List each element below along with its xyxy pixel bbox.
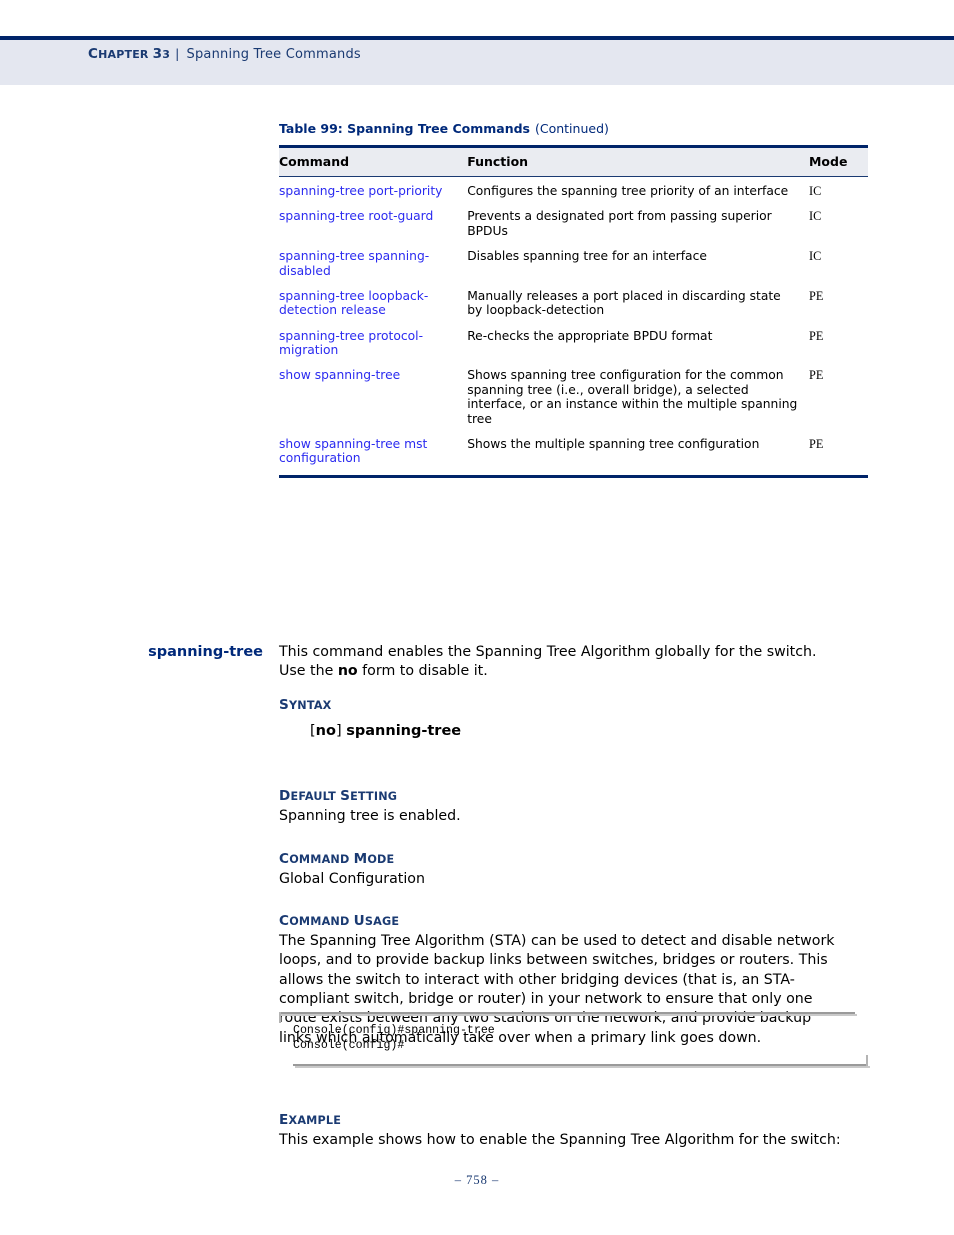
console-top-rule-shadow bbox=[281, 1014, 857, 1016]
default-setting-text: Spanning tree is enabled. bbox=[279, 808, 461, 824]
console-right-tick bbox=[866, 1055, 868, 1066]
command-usage-heading: COMMAND USAGE bbox=[279, 913, 400, 929]
table-cell-command[interactable]: spanning-tree loopback-detection release bbox=[279, 282, 467, 322]
table-header: Command Function Mode bbox=[279, 145, 868, 177]
table-row: show spanning-tree mst configuration Show… bbox=[279, 429, 868, 478]
table-cell-function: Configures the spanning tree priority of… bbox=[467, 184, 789, 198]
table-cell-command[interactable]: spanning-tree spanning-disabled bbox=[279, 242, 467, 282]
command-mode-text: Global Configuration bbox=[279, 871, 425, 887]
table-row: spanning-tree loopback-detection release… bbox=[279, 282, 868, 322]
syntax-heading: SYNTAX bbox=[279, 697, 332, 713]
section-label-spanning-tree: spanning-tree bbox=[148, 644, 263, 660]
table-row: spanning-tree root-guard Prevents a desig… bbox=[279, 202, 868, 242]
table-cell-mode: IC bbox=[808, 209, 822, 224]
console-bottom-rule-shadow bbox=[295, 1066, 870, 1068]
page-number-footer: – 758 – bbox=[454, 1173, 500, 1187]
table-cell-mode: PE bbox=[808, 429, 868, 478]
header-chapter-title: Spanning Tree Commands bbox=[186, 47, 361, 62]
intro-paragraph: This command enables the Spanning Tree A… bbox=[279, 643, 844, 682]
syntax-command-name: spanning-tree bbox=[346, 723, 462, 739]
table-cell-command[interactable]: spanning-tree root-guard bbox=[279, 202, 467, 242]
table-cell-command[interactable]: spanning-tree port-priority bbox=[279, 177, 467, 203]
table-cell-mode: PE bbox=[808, 288, 824, 303]
table-row: spanning-tree port-priority Configures th… bbox=[279, 177, 868, 203]
console-text: Console(config)#spanning-tree Console(co… bbox=[293, 1024, 495, 1053]
table-cell-function: Re-checks the appropriate BPDU format bbox=[467, 328, 713, 343]
column-header-function: Function bbox=[467, 145, 809, 177]
table-cell-command[interactable]: show spanning-tree mst configuration bbox=[279, 429, 468, 478]
syntax-block: SYNTAX bbox=[279, 697, 844, 716]
default-setting-block: DEFAULT SETTING Spanning tree is enabled… bbox=[279, 788, 844, 826]
table-cell-command[interactable]: show spanning-tree bbox=[279, 361, 467, 430]
syntax-line: [no] spanning-tree bbox=[279, 723, 844, 739]
example-heading: EXAMPLE bbox=[279, 1112, 342, 1128]
intro-paragraph-block: This command enables the Spanning Tree A… bbox=[279, 643, 844, 682]
table-body: spanning-tree port-priority Configures th… bbox=[279, 177, 868, 478]
command-mode-heading: COMMAND MODE bbox=[279, 851, 395, 867]
table-cell-mode: IC bbox=[808, 184, 822, 198]
column-header-command: Command bbox=[279, 145, 468, 177]
table-row: spanning-tree spanning-disabled Disables … bbox=[279, 242, 868, 282]
table-cell-function: Disables spanning tree for an interface bbox=[467, 249, 707, 264]
spanning-tree-commands-table: Command Function Mode spanning-tree port… bbox=[279, 145, 868, 478]
example-block: EXAMPLE This example shows how to enable… bbox=[279, 1112, 844, 1150]
table-header-row: Command Function Mode bbox=[279, 145, 868, 177]
table-cell-function: Manually releases a port placed in disca… bbox=[467, 288, 781, 318]
table-cell-mode: PE bbox=[808, 368, 824, 383]
syntax-keyword-no: no bbox=[315, 723, 336, 739]
console-bottom-rule bbox=[293, 1064, 868, 1066]
table-row: spanning-tree protocol-migration Re-check… bbox=[279, 322, 868, 362]
running-header: CHAPTER 33 | Spanning Tree Commands bbox=[88, 46, 361, 62]
table-caption-continued: (Continued) bbox=[534, 121, 609, 136]
table-cell-function: Prevents a designated port from passing … bbox=[467, 209, 772, 238]
header-chapter-label: CHAPTER 33 bbox=[88, 46, 171, 62]
console-top-rule bbox=[279, 1012, 855, 1014]
console-left-tick bbox=[279, 1012, 281, 1023]
table-cell-function: Shows spanning tree configuration for th… bbox=[467, 368, 798, 426]
column-header-mode: Mode bbox=[808, 145, 868, 177]
syntax-line-block: [no] spanning-tree bbox=[279, 723, 844, 739]
default-setting-heading: DEFAULT SETTING bbox=[279, 788, 398, 804]
console-example-block: Console(config)#spanning-tree Console(co… bbox=[279, 1012, 870, 1068]
table-caption: Table 99: Spanning Tree Commands (Continu… bbox=[279, 121, 609, 136]
table-caption-main: Table 99: Spanning Tree Commands bbox=[279, 121, 530, 136]
table-cell-mode: IC bbox=[808, 249, 822, 264]
table-cell-mode: PE bbox=[808, 328, 824, 343]
intro-keyword-no: no bbox=[337, 663, 358, 680]
example-text: This example shows how to enable the Spa… bbox=[279, 1132, 841, 1148]
table-cell-function: Shows the multiple spanning tree configu… bbox=[467, 429, 809, 478]
intro-text-part2: form to disable it. bbox=[357, 663, 488, 680]
table-row: show spanning-tree Shows spanning tree co… bbox=[279, 361, 868, 430]
table-cell-command[interactable]: spanning-tree protocol-migration bbox=[279, 322, 467, 362]
command-mode-block: COMMAND MODE Global Configuration bbox=[279, 851, 844, 889]
header-separator: | bbox=[175, 46, 180, 61]
